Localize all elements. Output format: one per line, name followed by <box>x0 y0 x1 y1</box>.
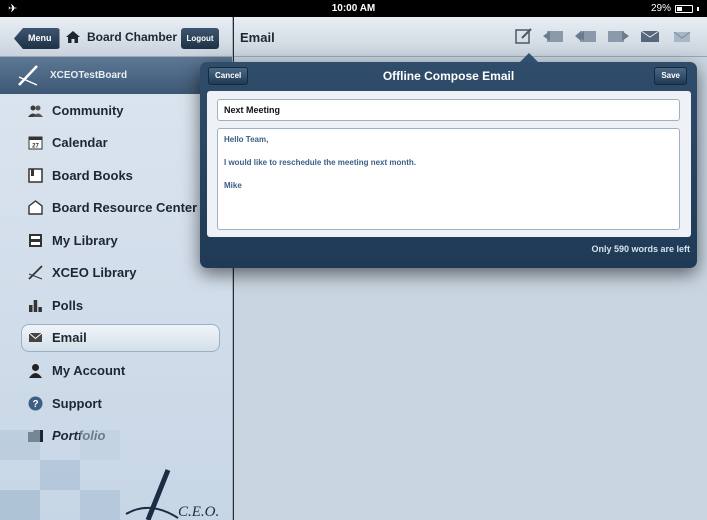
logout-button[interactable]: Logout <box>181 28 219 49</box>
home-icon <box>66 31 80 43</box>
sidebar-item-my-account[interactable]: My Account <box>0 355 232 388</box>
dialog-title: Offline Compose Email <box>382 69 515 83</box>
inbox-icon[interactable] <box>639 28 661 44</box>
page-title: Email <box>240 30 275 45</box>
sidebar-nav: Community 27 Calendar Board Books Board … <box>0 94 232 452</box>
sidebar-item-label: Board Resource Center <box>52 200 198 216</box>
sidebar-header: Menu Board Chamber Logout <box>0 17 232 57</box>
sidebar-item-label: Support <box>52 395 102 411</box>
words-left-counter: Only 590 words are left <box>591 244 690 254</box>
calendar-icon: 27 <box>28 136 43 150</box>
menu-button[interactable]: Menu <box>14 28 60 49</box>
book-icon <box>28 168 43 183</box>
sidebar-item-label: Polls <box>52 297 84 313</box>
sidebar-item-label: My Library <box>52 232 118 248</box>
board-chamber-title: Board Chamber <box>66 30 177 44</box>
support-icon: ? <box>28 396 43 411</box>
save-button[interactable]: Save <box>654 67 687 85</box>
calendar-day-number: 27 <box>32 144 39 150</box>
forward-icon[interactable] <box>607 28 629 44</box>
message-line: I would like to reschedule the meeting n… <box>224 158 417 167</box>
status-bar: ✈ 10:00 AM 29% <box>0 0 707 17</box>
sidebar-item-board-books[interactable]: Board Books <box>0 159 232 192</box>
library-icon <box>29 233 42 247</box>
sidebar-item-board-resource-center[interactable]: Board Resource Center <box>0 192 232 225</box>
ceo-logo: C.E.O. <box>0 430 219 520</box>
dialog-body: Next Meeting Hello Team, I would like to… <box>207 91 691 237</box>
email-icon <box>28 332 43 342</box>
sidebar-item-my-library[interactable]: My Library <box>0 224 232 257</box>
sent-icon[interactable] <box>671 28 693 44</box>
compose-email-dialog: Cancel Offline Compose Email Save Next M… <box>200 53 697 268</box>
reply-icon[interactable] <box>543 28 565 44</box>
dialog-header: Cancel Offline Compose Email Save <box>200 62 697 90</box>
xceo-icon <box>28 265 43 280</box>
compose-icon[interactable] <box>515 28 533 44</box>
board-banner[interactable]: XCEOTestBoard <box>0 57 232 94</box>
status-time: 10:00 AM <box>331 3 376 14</box>
sidebar-item-label: Calendar <box>52 135 108 151</box>
sidebar-item-label: Board Books <box>52 167 133 183</box>
polls-icon <box>29 299 42 312</box>
account-icon <box>29 364 42 379</box>
sidebar-item-calendar[interactable]: 27 Calendar <box>0 127 232 160</box>
sidebar-item-community[interactable]: Community <box>0 94 232 127</box>
resource-icon <box>28 200 43 215</box>
message-body-field[interactable]: Hello Team, I would like to reschedule t… <box>217 128 680 230</box>
message-signature: Mike <box>224 181 242 190</box>
sidebar-item-email[interactable]: Email <box>21 323 220 352</box>
sidebar-item-support[interactable]: ? Support <box>0 387 232 420</box>
battery-icon <box>675 4 693 13</box>
reply-all-icon[interactable] <box>575 28 597 44</box>
xceo-logo-icon <box>18 65 38 86</box>
sidebar-item-label: Email <box>52 330 87 345</box>
sidebar: Menu Board Chamber Logout XCEOTestBoard … <box>0 17 233 520</box>
ceo-logo-text: C.E.O. <box>178 504 219 520</box>
community-icon <box>28 105 43 117</box>
main-header: Email <box>234 17 707 57</box>
battery-status: 29% <box>651 3 699 14</box>
subject-field[interactable]: Next Meeting <box>217 99 680 121</box>
svg-text:?: ? <box>32 399 38 410</box>
sidebar-item-label: Community <box>52 102 124 118</box>
sidebar-item-label: XCEO Library <box>52 265 137 281</box>
email-toolbar <box>515 28 693 44</box>
board-name: XCEOTestBoard <box>50 70 128 81</box>
battery-percent: 29% <box>650 3 671 14</box>
sidebar-item-xceo-library[interactable]: XCEO Library <box>0 257 232 290</box>
message-greeting: Hello Team, <box>224 135 269 144</box>
sidebar-item-label: My Account <box>52 363 126 379</box>
board-chamber-label: Board Chamber <box>87 30 178 44</box>
sidebar-item-polls[interactable]: Polls <box>0 289 232 322</box>
